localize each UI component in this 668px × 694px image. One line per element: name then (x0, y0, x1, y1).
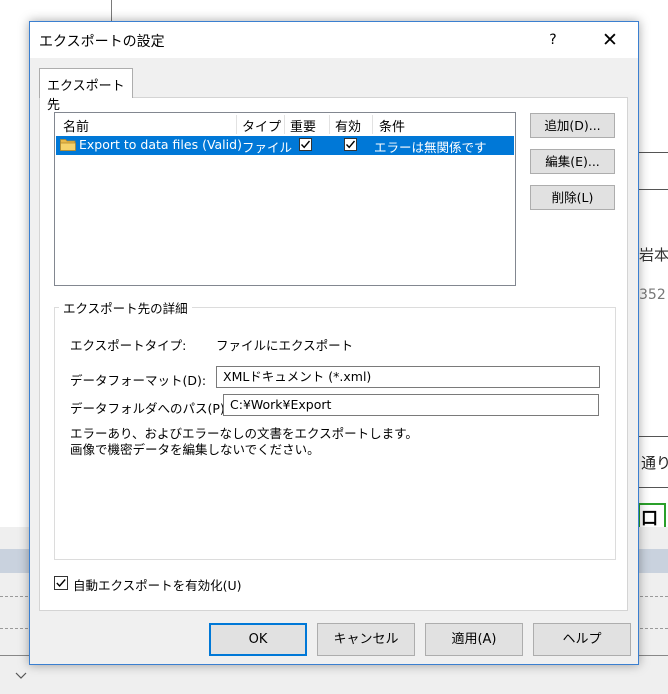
row-type: ファイル (242, 140, 293, 155)
important-checkbox[interactable] (299, 138, 312, 151)
list-item[interactable]: Export to data files (Valid) ファイル エラーは無関… (56, 136, 514, 155)
data-format-select[interactable]: XMLドキュメント (*.xml) (216, 366, 600, 388)
list-header: 名前 タイプ 重要 有効 条件 (55, 113, 515, 135)
details-note: エラーあり、およびエラーなしの文書をエクスポートします。 画像で機密データを編集… (70, 426, 418, 458)
folder-path-label: データフォルダへのパス(P): (70, 401, 230, 416)
auto-export-label[interactable]: 自動エクスポートを有効化(U) (73, 575, 242, 594)
tab-label: エクスポート先 (47, 79, 125, 113)
destinations-list[interactable]: 名前 タイプ 重要 有効 条件 Export to data files (Va… (54, 112, 516, 286)
title-bar: エクスポートの設定 ? ✕ (30, 22, 638, 58)
column-header-name[interactable]: 名前 (63, 116, 89, 135)
column-separator[interactable] (236, 115, 237, 134)
export-type-label: エクスポートタイプ: (70, 338, 187, 353)
chevron-down-icon[interactable] (14, 670, 34, 688)
background-cell (638, 152, 668, 190)
row-name: Export to data files (Valid) (79, 137, 242, 152)
details-group-title: エクスポート先の詳細 (59, 298, 192, 317)
column-header-enabled[interactable]: 有効 (335, 116, 361, 135)
help-button[interactable]: ヘルプ (533, 623, 631, 656)
folder-path-input[interactable]: C:¥Work¥Export (223, 394, 599, 416)
delete-button[interactable]: 削除(L) (530, 185, 615, 210)
enabled-checkbox[interactable] (344, 138, 357, 151)
column-header-condition[interactable]: 条件 (379, 116, 405, 135)
background-divider (111, 0, 112, 22)
row-condition: エラーは無関係です (374, 140, 487, 155)
help-title-button[interactable]: ? (535, 26, 571, 54)
apply-button[interactable]: 適用(A) (425, 623, 523, 656)
column-header-type[interactable]: タイプ (242, 116, 281, 135)
data-format-label: データフォーマット(D): (70, 373, 207, 388)
close-button[interactable]: ✕ (590, 26, 630, 54)
edit-button[interactable]: 編集(E)... (530, 149, 615, 174)
cancel-button[interactable]: キャンセル (317, 623, 415, 656)
background-text: 岩本I (639, 246, 668, 264)
export-type-value: ファイルにエクスポート (216, 338, 354, 353)
background-glyph: 口 (641, 509, 658, 529)
background-text: 352 (639, 287, 666, 303)
ok-button[interactable]: OK (209, 623, 307, 656)
note-line: エラーあり、およびエラーなしの文書をエクスポートします。 (70, 426, 418, 441)
dialog-title: エクスポートの設定 (39, 34, 165, 50)
add-button[interactable]: 追加(D)... (530, 113, 615, 138)
column-header-important[interactable]: 重要 (290, 116, 316, 135)
column-separator[interactable] (329, 115, 330, 134)
column-separator[interactable] (284, 115, 285, 134)
background-text: 通り (641, 454, 668, 472)
folder-icon (60, 139, 76, 151)
tab-export-destinations[interactable]: エクスポート先 (39, 68, 133, 113)
auto-export-checkbox[interactable] (54, 576, 68, 590)
note-line: 画像で機密データを編集しないでください。 (70, 442, 320, 457)
column-separator[interactable] (372, 115, 373, 134)
export-settings-dialog: エクスポートの設定 ? ✕ エクスポート先 名前 タイプ 重要 有効 条件 Ex… (29, 21, 639, 665)
